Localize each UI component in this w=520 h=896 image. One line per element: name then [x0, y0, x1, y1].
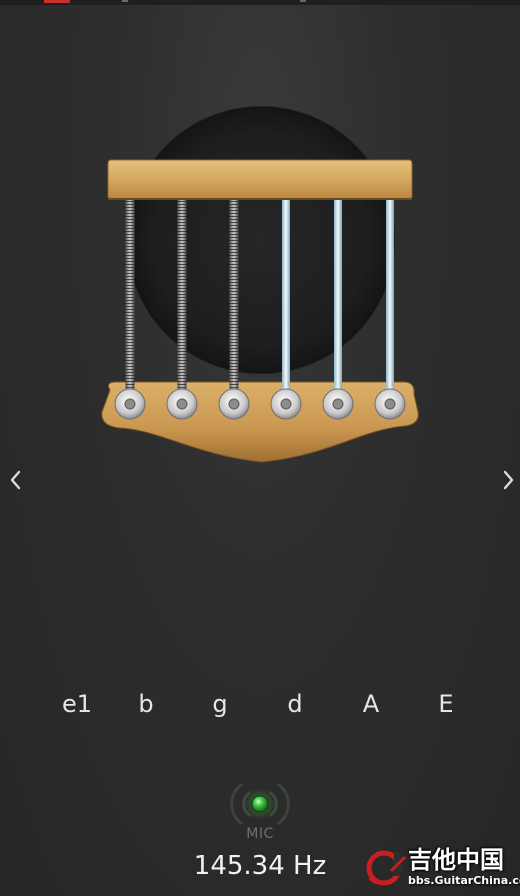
note-b[interactable]: b — [116, 686, 176, 722]
note-e1[interactable]: e1 — [47, 686, 107, 722]
watermark-url: bbs.GuitarChina.com — [408, 874, 520, 887]
string-winding — [229, 198, 239, 398]
note-E[interactable]: E — [416, 686, 476, 722]
mic-label: MIC — [246, 826, 274, 842]
bridge-peg — [270, 388, 302, 420]
guitarchina-logo-icon — [366, 850, 406, 886]
note-d[interactable]: d — [265, 686, 325, 722]
previous-tuning-button[interactable] — [0, 462, 30, 498]
guitar-tuner-graphic — [101, 106, 419, 463]
watermark-title: 吉他中国 — [408, 846, 504, 874]
string-A — [334, 198, 342, 398]
bridge-peg — [166, 388, 198, 420]
frequency-readout: 145.34 Hz — [193, 851, 327, 881]
string-d — [282, 198, 290, 398]
bridge-peg — [322, 388, 354, 420]
watermark: 吉他中国 bbs.GuitarChina.com — [364, 842, 520, 896]
bridge-peg — [114, 388, 146, 420]
mic-indicator-led — [251, 795, 269, 813]
bridge-peg — [374, 388, 406, 420]
mic-signal-icon — [230, 783, 290, 825]
string-note-selector: e1 b g d A E — [0, 686, 520, 726]
bridge-peg — [218, 388, 250, 420]
nut — [107, 159, 413, 200]
chevron-right-icon — [503, 470, 514, 490]
sound-hole — [128, 107, 394, 373]
next-tuning-button[interactable] — [494, 462, 520, 498]
string-winding — [177, 198, 187, 398]
note-A[interactable]: A — [341, 686, 401, 722]
string-E — [386, 198, 394, 398]
note-g[interactable]: g — [190, 686, 250, 722]
bridge — [101, 381, 419, 463]
chevron-left-icon — [10, 470, 21, 490]
string-winding — [125, 198, 135, 398]
